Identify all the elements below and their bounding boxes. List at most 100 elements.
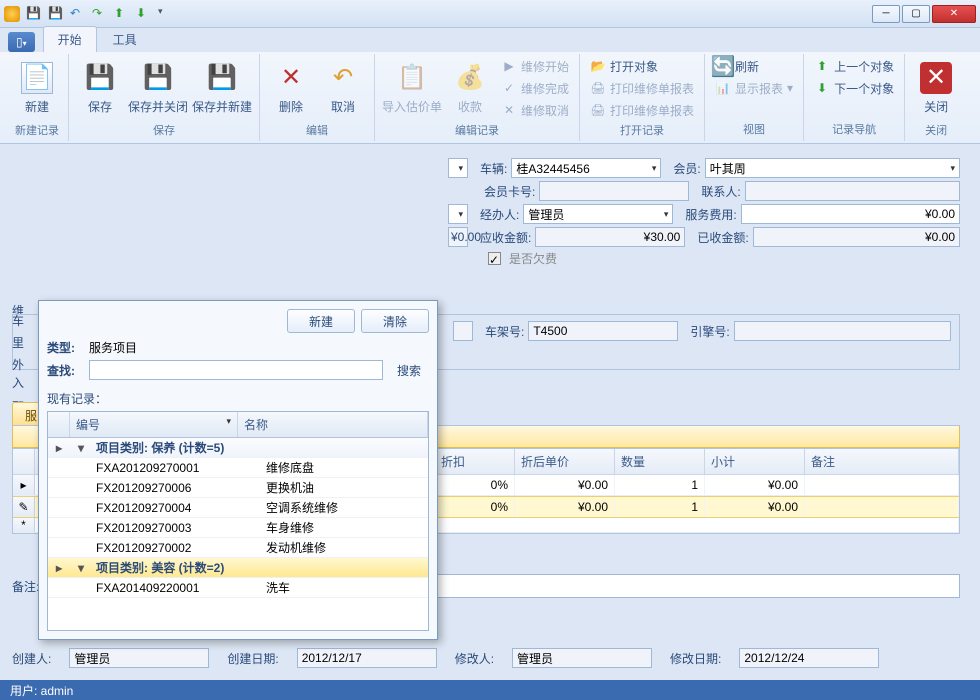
popup-col-code[interactable]: 编号▾	[70, 412, 238, 437]
group-label: 视图	[711, 119, 797, 139]
qat-undo-icon[interactable]: ↶	[70, 6, 86, 22]
col-price-after[interactable]: 折后单价	[515, 449, 615, 474]
group-label: 关闭	[911, 120, 961, 140]
creator-label: 创建人:	[12, 650, 51, 667]
col-qty[interactable]: 数量	[615, 449, 705, 474]
popup-search-label: 查找:	[47, 362, 83, 379]
close-button[interactable]: ✕	[932, 5, 976, 23]
open-obj-button[interactable]: 📂打开对象	[586, 56, 698, 76]
save-close-button[interactable]: 💾保存并关闭	[127, 56, 189, 120]
popup-data-row[interactable]: FX201209270003车身维修	[48, 518, 428, 538]
contact-label: 联系人:	[701, 183, 740, 200]
popup-type-value: 服务项目	[89, 339, 137, 356]
popup-data-row[interactable]: FXA201409220001洗车	[48, 578, 428, 598]
ribbon-group-new: 📄新建 新建记录	[6, 54, 69, 141]
popup-data-row[interactable]: FXA201209270001维修底盘	[48, 458, 428, 478]
window-controls: ─ ▢ ✕	[872, 5, 976, 23]
popup-search-input[interactable]	[89, 360, 383, 380]
col-subtotal[interactable]: 小计	[705, 449, 805, 474]
popup-data-row[interactable]: FX201209270002发动机维修	[48, 538, 428, 558]
group-label: 新建记录	[12, 120, 62, 140]
close-obj-button[interactable]: ✕关闭	[911, 56, 961, 120]
mdate-field: 2012/12/24	[739, 648, 879, 668]
maint-start-button: ▶维修开始	[497, 56, 573, 76]
qat-more-icon[interactable]: ▾	[158, 6, 174, 22]
hidden-dd[interactable]: ▾	[448, 158, 468, 178]
popup-existing-label: 现有记录：	[47, 390, 429, 407]
cdate-field: 2012/12/17	[297, 648, 437, 668]
fee-label: 服务费用:	[685, 206, 736, 223]
cancel-button[interactable]: ↶取消	[318, 56, 368, 120]
member-field[interactable]: 叶其周▾	[705, 158, 960, 178]
popup-group-row[interactable]: ▸▾项目类别: 保养 (计数=5)	[48, 438, 428, 458]
new-button[interactable]: 📄新建	[12, 56, 62, 120]
obscured-l7: 车	[12, 312, 24, 329]
popup-search-button[interactable]: 搜索	[389, 362, 429, 379]
engine-field	[734, 321, 951, 341]
hidden-v	[453, 321, 473, 341]
ribbon-group-view: 🔄刷新 📊显示报表 ▾ 视图	[705, 54, 804, 141]
title-bar: 💾 💾 ↶ ↷ ⬆ ⬇ ▾ ─ ▢ ✕	[0, 0, 980, 28]
group-label: 编辑记录	[381, 120, 573, 140]
maximize-button[interactable]: ▢	[902, 5, 930, 23]
group-label: 保存	[75, 120, 253, 140]
receivable-label: 应收金额:	[480, 229, 531, 246]
popup-new-button[interactable]: 新建	[287, 309, 355, 333]
obscured-l8: 里	[12, 334, 24, 351]
hidden-amt: ¥0.00	[448, 227, 468, 247]
prev-button[interactable]: ⬆上一个对象	[810, 56, 898, 76]
print-report-button: 🖨打印维修单报表	[586, 78, 698, 98]
file-tab[interactable]: ▯▾	[8, 32, 35, 52]
engine-label: 引擎号:	[690, 323, 729, 340]
ribbon-group-close: ✕关闭 关闭	[905, 54, 967, 141]
save-new-button[interactable]: 💾保存并新建	[191, 56, 253, 120]
qat-save-icon[interactable]: 💾	[26, 6, 42, 22]
contact-field	[745, 181, 960, 201]
quick-access-toolbar: 💾 💾 ↶ ↷ ⬆ ⬇ ▾	[4, 6, 174, 22]
group-label: 记录导航	[810, 119, 898, 139]
qat-down-icon[interactable]: ⬇	[136, 6, 152, 22]
popup-col-name[interactable]: 名称	[238, 412, 428, 437]
modifier-field: 管理员	[512, 648, 652, 668]
vehicle-field[interactable]: 桂A32445456▾	[511, 158, 661, 178]
popup-data-row[interactable]: FX201209270004空调系统维修	[48, 498, 428, 518]
lookup-popup: 新建 清除 类型: 服务项目 查找: 搜索 现有记录： 编号▾ 名称 ▸▾项目类…	[38, 300, 438, 640]
save-button[interactable]: 💾保存	[75, 56, 125, 120]
show-report-button: 📊显示报表 ▾	[711, 78, 797, 98]
minimize-button[interactable]: ─	[872, 5, 900, 23]
ribbon-group-edit: ✕删除 ↶取消 编辑	[260, 54, 375, 141]
group-label: 编辑	[266, 120, 368, 140]
app-icon	[4, 6, 20, 22]
qat-save-close-icon[interactable]: 💾	[48, 6, 64, 22]
popup-clear-button[interactable]: 清除	[361, 309, 429, 333]
frame-label: 车架号:	[485, 323, 524, 340]
tab-start[interactable]: 开始	[43, 26, 97, 52]
delete-button[interactable]: ✕删除	[266, 56, 316, 120]
handler-field[interactable]: 管理员▾	[523, 204, 673, 224]
receivable-field: ¥30.00	[535, 227, 685, 247]
fee-field[interactable]: ¥0.00	[741, 204, 960, 224]
ribbon-group-nav: ⬆上一个对象 ⬇下一个对象 记录导航	[804, 54, 905, 141]
next-button[interactable]: ⬇下一个对象	[810, 78, 898, 98]
qat-redo-icon[interactable]: ↷	[92, 6, 108, 22]
mdate-label: 修改日期:	[670, 650, 721, 667]
handler-label: 经办人:	[480, 206, 519, 223]
member-label: 会员:	[673, 160, 700, 177]
popup-grid: 编号▾ 名称 ▸▾项目类别: 保养 (计数=5)FXA201209270001维…	[47, 411, 429, 631]
frame-field: T4500	[528, 321, 678, 341]
col-remark[interactable]: 备注	[805, 449, 959, 474]
card-label: 会员卡号:	[484, 183, 535, 200]
col-discount[interactable]: 折扣	[435, 449, 515, 474]
refresh-button[interactable]: 🔄刷新	[711, 56, 797, 76]
maint-cancel-button: ✕维修取消	[497, 100, 573, 120]
popup-group-row[interactable]: ▸▾项目类别: 美容 (计数=2)	[48, 558, 428, 578]
tab-tools[interactable]: 工具	[99, 27, 151, 52]
qat-up-icon[interactable]: ⬆	[114, 6, 130, 22]
maint-done-button: ✓维修完成	[497, 78, 573, 98]
hidden-dd2[interactable]: ▾	[448, 204, 468, 224]
popup-data-row[interactable]: FX201209270006更换机油	[48, 478, 428, 498]
collect-button: 💰收款	[445, 56, 495, 120]
ribbon: 📄新建 新建记录 💾保存 💾保存并关闭 💾保存并新建 保存 ✕删除 ↶取消 编辑…	[0, 52, 980, 144]
group-label: 打开记录	[586, 120, 698, 140]
remarks-label: 备注:	[12, 578, 39, 595]
